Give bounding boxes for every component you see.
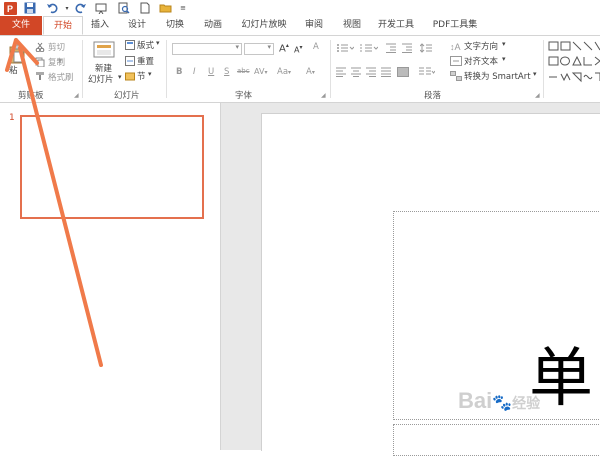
annotation-arrow-icon xyxy=(5,38,103,367)
